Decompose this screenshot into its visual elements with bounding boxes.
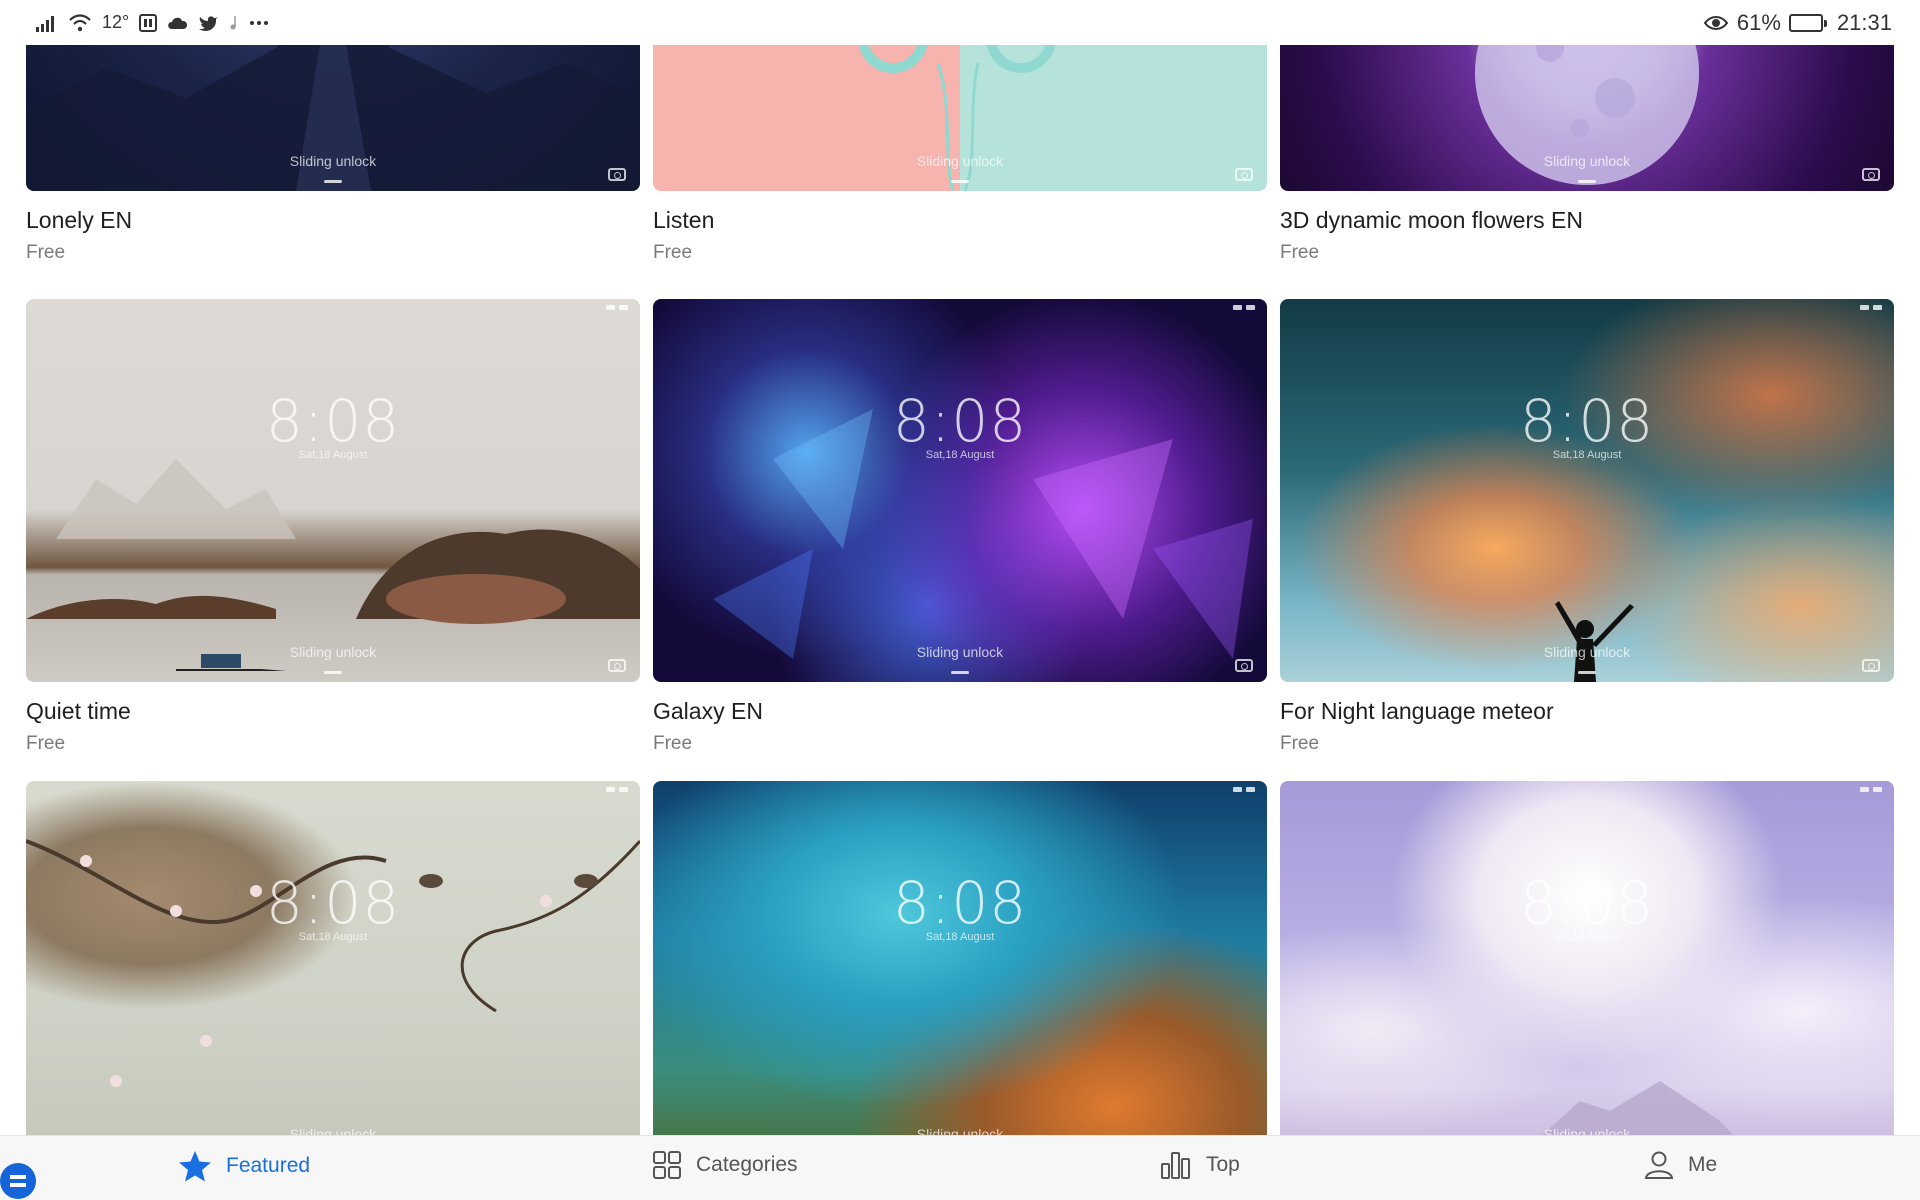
nav-top-label: Top [1206, 1153, 1240, 1176]
theme-thumbnail[interactable]: 8:08 Sat,18 August Sliding unlock [26, 781, 640, 1135]
lockscreen-clock: 8:08 [1519, 387, 1655, 455]
camera-icon [608, 659, 626, 672]
status-mini-icons [1860, 305, 1882, 310]
theme-card[interactable]: 8:08 Sat,18 August Sliding unlock Quiet … [26, 299, 640, 755]
nav-top[interactable]: Top [1160, 1150, 1240, 1180]
menu-icon [10, 1175, 26, 1187]
camera-icon [1862, 659, 1880, 672]
lockscreen-clock: 8:08 [892, 387, 1028, 455]
theme-price: Free [26, 733, 66, 754]
grid-icon [652, 1150, 682, 1180]
theme-title[interactable]: 3D dynamic moon flowers EN [1280, 207, 1894, 234]
theme-price: Free [1280, 242, 1320, 263]
nav-featured[interactable]: Featured [178, 1150, 310, 1182]
twitter-icon [199, 15, 219, 31]
theme-card[interactable]: 8:08 Sat,18 August Sliding unlock [26, 781, 640, 1135]
lockscreen-date: Sat,18 August [925, 931, 995, 943]
theme-card[interactable]: 8:08 Sat,18 August Sliding unlock [653, 781, 1267, 1135]
sliding-unlock-hint: Sliding unlock [916, 644, 1004, 660]
lockscreen-clock: 8:08 [265, 387, 401, 455]
status-bar-left: 12° [36, 12, 269, 33]
nav-me-label: Me [1688, 1153, 1718, 1176]
lockscreen-date: Sat,18 August [298, 931, 368, 943]
more-icon [249, 20, 269, 26]
unlock-handle [1578, 180, 1596, 183]
plum-blossom-illustration [26, 839, 640, 1087]
theme-title[interactable]: Listen [653, 207, 1267, 234]
star-icon [178, 1150, 212, 1182]
nav-categories[interactable]: Categories [652, 1150, 798, 1180]
lockscreen-date: Sat,18 August [925, 449, 995, 461]
theme-title[interactable]: For Night language meteor [1280, 698, 1894, 725]
sliding-unlock-hint: Sliding unlock [916, 1126, 1004, 1135]
sliding-unlock-hint: Sliding unlock [289, 153, 377, 169]
theme-price: Free [653, 733, 693, 754]
nav-me[interactable]: Me [1644, 1150, 1717, 1180]
theme-title[interactable]: Quiet time [26, 698, 640, 725]
unlock-handle [324, 671, 342, 674]
camera-icon [1235, 659, 1253, 672]
sliding-unlock-hint: Sliding unlock [289, 1126, 377, 1135]
music-note-icon [229, 15, 239, 31]
status-mini-icons [1233, 787, 1255, 792]
theme-thumbnail[interactable]: 8:08 Sat,18 August Sliding unlock [26, 299, 640, 682]
clock-time: 21:31 [1836, 9, 1892, 35]
floating-menu-button[interactable] [0, 1163, 36, 1199]
theme-title[interactable]: Lonely EN [26, 207, 640, 234]
ink-landscape-illustration [26, 459, 640, 671]
temperature-text: 12° [102, 12, 130, 32]
theme-grid: Sliding unlock Lonely EN Free Sliding un… [0, 0, 1920, 1135]
camera-icon [1235, 168, 1253, 181]
theme-price: Free [1280, 733, 1320, 754]
huawei-app-icon [139, 13, 158, 32]
unlock-handle [951, 671, 969, 674]
unlock-handle [1578, 671, 1596, 674]
nav-featured-label: Featured [226, 1154, 311, 1177]
lockscreen-clock: 8:08 [265, 869, 401, 937]
unlock-handle [951, 180, 969, 183]
sliding-unlock-hint: Sliding unlock [1543, 644, 1631, 660]
person-icon [1644, 1150, 1674, 1180]
wifi-icon [68, 13, 92, 32]
camera-icon [1862, 168, 1880, 181]
lockscreen-clock: 8:08 [1519, 869, 1655, 937]
sliding-unlock-hint: Sliding unlock [916, 153, 1004, 169]
lockscreen-date: Sat,18 August [298, 449, 368, 461]
silhouette-illustration [1555, 601, 1634, 682]
battery-icon [1788, 13, 1827, 32]
galaxy-illustration [713, 409, 1253, 659]
sliding-unlock-hint: Sliding unlock [1543, 1126, 1631, 1135]
theme-thumbnail[interactable]: 8:08 Sat,18 August Sliding unlock [653, 299, 1267, 682]
eye-comfort-icon [1703, 14, 1729, 32]
sliding-unlock-hint: Sliding unlock [1543, 153, 1631, 169]
nav-categories-label: Categories [696, 1153, 798, 1176]
camera-icon [608, 168, 626, 181]
theme-price: Free [653, 242, 693, 263]
status-mini-icons [606, 787, 628, 792]
status-bar: 12° 61% 21:31 [0, 0, 1920, 45]
theme-title[interactable]: Galaxy EN [653, 698, 1267, 725]
lockscreen-date: Sat,18 August [1552, 449, 1622, 461]
theme-card[interactable]: 8:08 Sat,18 August Sliding unlock [1280, 781, 1894, 1135]
status-mini-icons [1860, 787, 1882, 792]
status-mini-icons [606, 305, 628, 310]
theme-thumbnail[interactable]: 8:08 Sat,18 August Sliding unlock [653, 781, 1267, 1135]
sliding-unlock-hint: Sliding unlock [289, 644, 377, 660]
mountain-silhouette [1542, 1081, 1734, 1135]
theme-thumbnail[interactable]: 8:08 Sat,18 August Sliding unlock [1280, 781, 1894, 1135]
bar-chart-icon [1160, 1150, 1192, 1180]
status-bar-right: 61% 21:31 [1703, 10, 1892, 36]
status-mini-icons [1233, 305, 1255, 310]
theme-card[interactable]: 8:08 Sat,18 August Sliding unlock For Ni… [1280, 299, 1894, 755]
signal-icon [36, 14, 58, 32]
unlock-handle [324, 180, 342, 183]
lockscreen-clock: 8:08 [892, 869, 1028, 937]
theme-card[interactable]: 8:08 Sat,18 August Sliding unlock Galaxy… [653, 299, 1267, 755]
lockscreen-date: Sat,18 August [1552, 931, 1622, 943]
theme-thumbnail[interactable]: 8:08 Sat,18 August Sliding unlock [1280, 299, 1894, 682]
theme-price: Free [26, 242, 66, 263]
cloud-icon [167, 15, 189, 31]
bottom-navigation: Featured Categories Top Me [0, 1135, 1920, 1200]
battery-percent: 61% [1736, 9, 1781, 35]
